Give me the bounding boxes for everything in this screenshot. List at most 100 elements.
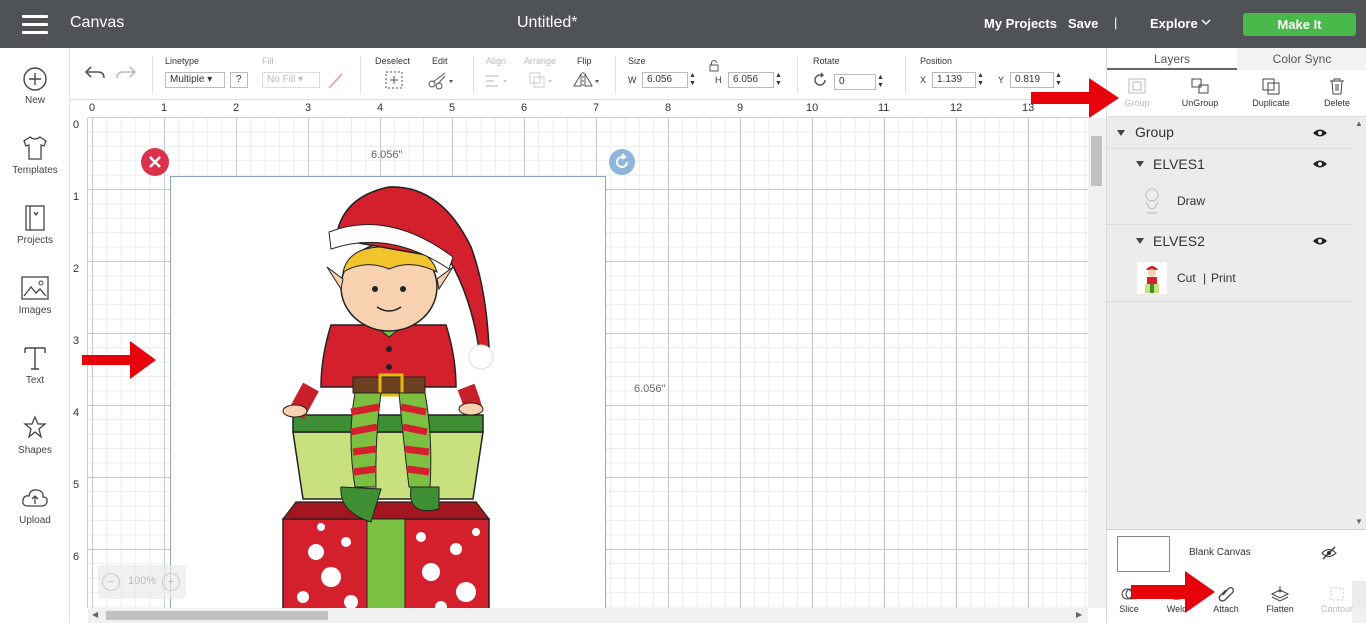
eye-icon[interactable] xyxy=(1312,128,1328,138)
eye-icon[interactable] xyxy=(1312,159,1328,169)
layer-elves2-row[interactable]: ELVES2 xyxy=(1107,226,1352,257)
eye-hidden-icon[interactable] xyxy=(1321,546,1337,560)
delete-button[interactable]: Delete xyxy=(1307,76,1366,108)
close-handle[interactable] xyxy=(141,148,169,176)
panel-tabs: Layers Color Sync xyxy=(1107,48,1366,70)
linetype-help-button[interactable]: ? xyxy=(230,72,248,88)
horizontal-ruler: 0 1 2 3 4 5 6 7 8 9 10 11 12 13 xyxy=(88,100,1088,118)
scroll-down-icon[interactable]: ▼ xyxy=(1355,517,1363,526)
zoom-in-button[interactable]: + xyxy=(162,573,180,591)
flip-icon[interactable] xyxy=(572,70,602,90)
toolbar-divider xyxy=(473,56,474,94)
vertical-scrollbar[interactable] xyxy=(1088,118,1106,608)
position-x-stepper[interactable]: ▲ ▼ xyxy=(976,72,985,88)
design-canvas[interactable]: 0 1 2 3 4 5 6 7 8 9 10 11 12 13 0 1 2 3 … xyxy=(70,100,1106,623)
layer-elves1-draw-row[interactable]: Draw xyxy=(1107,180,1352,225)
sidebar-item-new[interactable]: New xyxy=(0,66,70,106)
sidebar-item-templates[interactable]: Templates xyxy=(0,134,70,176)
blank-canvas-swatch[interactable] xyxy=(1117,536,1170,572)
align-icon[interactable] xyxy=(484,72,510,90)
scroll-right-icon[interactable]: ▶ xyxy=(1076,610,1082,619)
make-it-button[interactable]: Make It xyxy=(1243,13,1356,36)
deselect-icon[interactable] xyxy=(384,70,404,90)
close-icon xyxy=(149,156,161,168)
my-projects-link[interactable]: My Projects xyxy=(984,16,1057,31)
sidebar-item-projects[interactable]: Projects xyxy=(0,204,70,246)
collapse-triangle-icon[interactable] xyxy=(1117,130,1125,136)
sidebar-item-label: Templates xyxy=(12,165,58,176)
sidebar-item-shapes[interactable]: Shapes xyxy=(0,414,70,456)
height-stepper[interactable]: ▲ ▼ xyxy=(774,72,783,88)
width-stepper[interactable]: ▲ ▼ xyxy=(688,72,697,88)
document-title: Untitled* xyxy=(517,14,578,31)
save-link[interactable]: Save xyxy=(1068,16,1098,31)
contour-label: Contour xyxy=(1320,604,1354,614)
chevron-down-icon[interactable] xyxy=(1201,17,1211,27)
tab-color-sync[interactable]: Color Sync xyxy=(1237,48,1366,70)
duplicate-label: Duplicate xyxy=(1252,98,1290,108)
edit-scissors-icon[interactable] xyxy=(427,70,455,90)
horizontal-scrollbar[interactable]: ◀ ▶ xyxy=(88,608,1088,623)
contour-button[interactable]: Contour xyxy=(1312,585,1362,614)
scroll-up-icon[interactable]: ▲ xyxy=(1355,119,1363,128)
ruler-tick-label: 4 xyxy=(73,407,80,419)
rotate-handle[interactable] xyxy=(609,149,635,175)
ruler-tick-label: 2 xyxy=(233,102,240,114)
zoom-out-button[interactable]: − xyxy=(102,573,120,591)
height-input[interactable]: 6.056 xyxy=(728,72,774,88)
layer-group-name: Group xyxy=(1135,124,1174,140)
vertical-scrollbar-thumb[interactable] xyxy=(1091,136,1102,186)
flip-label: Flip xyxy=(577,56,592,66)
height-dimension-label: 6.056" xyxy=(634,383,666,395)
position-label: Position xyxy=(920,56,953,66)
elf-illustration xyxy=(281,186,494,618)
rotate-label: Rotate xyxy=(813,56,840,66)
duplicate-button[interactable]: Duplicate xyxy=(1241,76,1301,108)
ruler-tick-label: 5 xyxy=(449,102,456,114)
ruler-tick-label: 7 xyxy=(593,102,600,114)
group-label: Group xyxy=(1124,98,1150,108)
sidebar-item-text[interactable]: Text xyxy=(0,344,70,386)
hamburger-menu-icon[interactable] xyxy=(22,15,48,35)
ungroup-button[interactable]: UnGroup xyxy=(1170,76,1230,108)
cloud-upload-icon xyxy=(22,489,48,507)
horizontal-scrollbar-thumb[interactable] xyxy=(106,611,328,620)
explore-menu[interactable]: Explore xyxy=(1150,16,1198,31)
flatten-button[interactable]: Flatten xyxy=(1255,585,1305,614)
selected-elf-design[interactable] xyxy=(170,176,606,618)
sidebar-item-upload[interactable]: Upload xyxy=(0,484,70,526)
sidebar-item-images[interactable]: Images xyxy=(0,274,70,316)
redo-icon[interactable] xyxy=(115,64,137,82)
layer-group-row[interactable]: Group xyxy=(1107,117,1352,149)
fill-color-icon[interactable] xyxy=(326,72,346,90)
size-label: Size xyxy=(628,56,646,66)
scroll-left-icon[interactable]: ◀ xyxy=(92,610,98,619)
eye-icon[interactable] xyxy=(1312,236,1328,246)
ruler-tick-label: 3 xyxy=(305,102,312,114)
arrange-icon[interactable] xyxy=(527,70,555,90)
layer-elves1-row[interactable]: ELVES1 xyxy=(1107,149,1352,180)
layer-elves2-cut-print-row[interactable]: Cut | Print xyxy=(1107,257,1352,302)
undo-icon[interactable] xyxy=(84,64,106,82)
ruler-tick-label: 0 xyxy=(73,119,80,131)
attach-label: Attach xyxy=(1213,604,1239,614)
collapse-triangle-icon[interactable] xyxy=(1136,238,1144,244)
tab-layers[interactable]: Layers xyxy=(1107,48,1237,70)
ruler-tick-label: 3 xyxy=(73,335,80,347)
flatten-label: Flatten xyxy=(1266,604,1294,614)
fill-select[interactable]: No Fill ▾ xyxy=(262,72,320,88)
text-icon xyxy=(24,347,46,370)
sidebar-item-label: Images xyxy=(18,305,52,316)
rotate-stepper[interactable]: ▲ ▼ xyxy=(876,74,885,90)
toolbar-divider xyxy=(360,56,361,94)
contour-icon xyxy=(1330,587,1344,601)
rotate-input[interactable]: 0 xyxy=(834,74,876,90)
layer-operation-separator: | xyxy=(1203,271,1207,285)
position-x-input[interactable]: 1.139 xyxy=(932,72,976,88)
width-input[interactable]: 6.056 xyxy=(642,72,688,88)
collapse-triangle-icon[interactable] xyxy=(1136,161,1144,167)
lock-icon[interactable] xyxy=(708,59,720,73)
linetype-select[interactable]: Multiple ▾ xyxy=(165,72,225,88)
ruler-tick-label: 6 xyxy=(73,551,80,563)
group-icon xyxy=(1128,78,1146,94)
